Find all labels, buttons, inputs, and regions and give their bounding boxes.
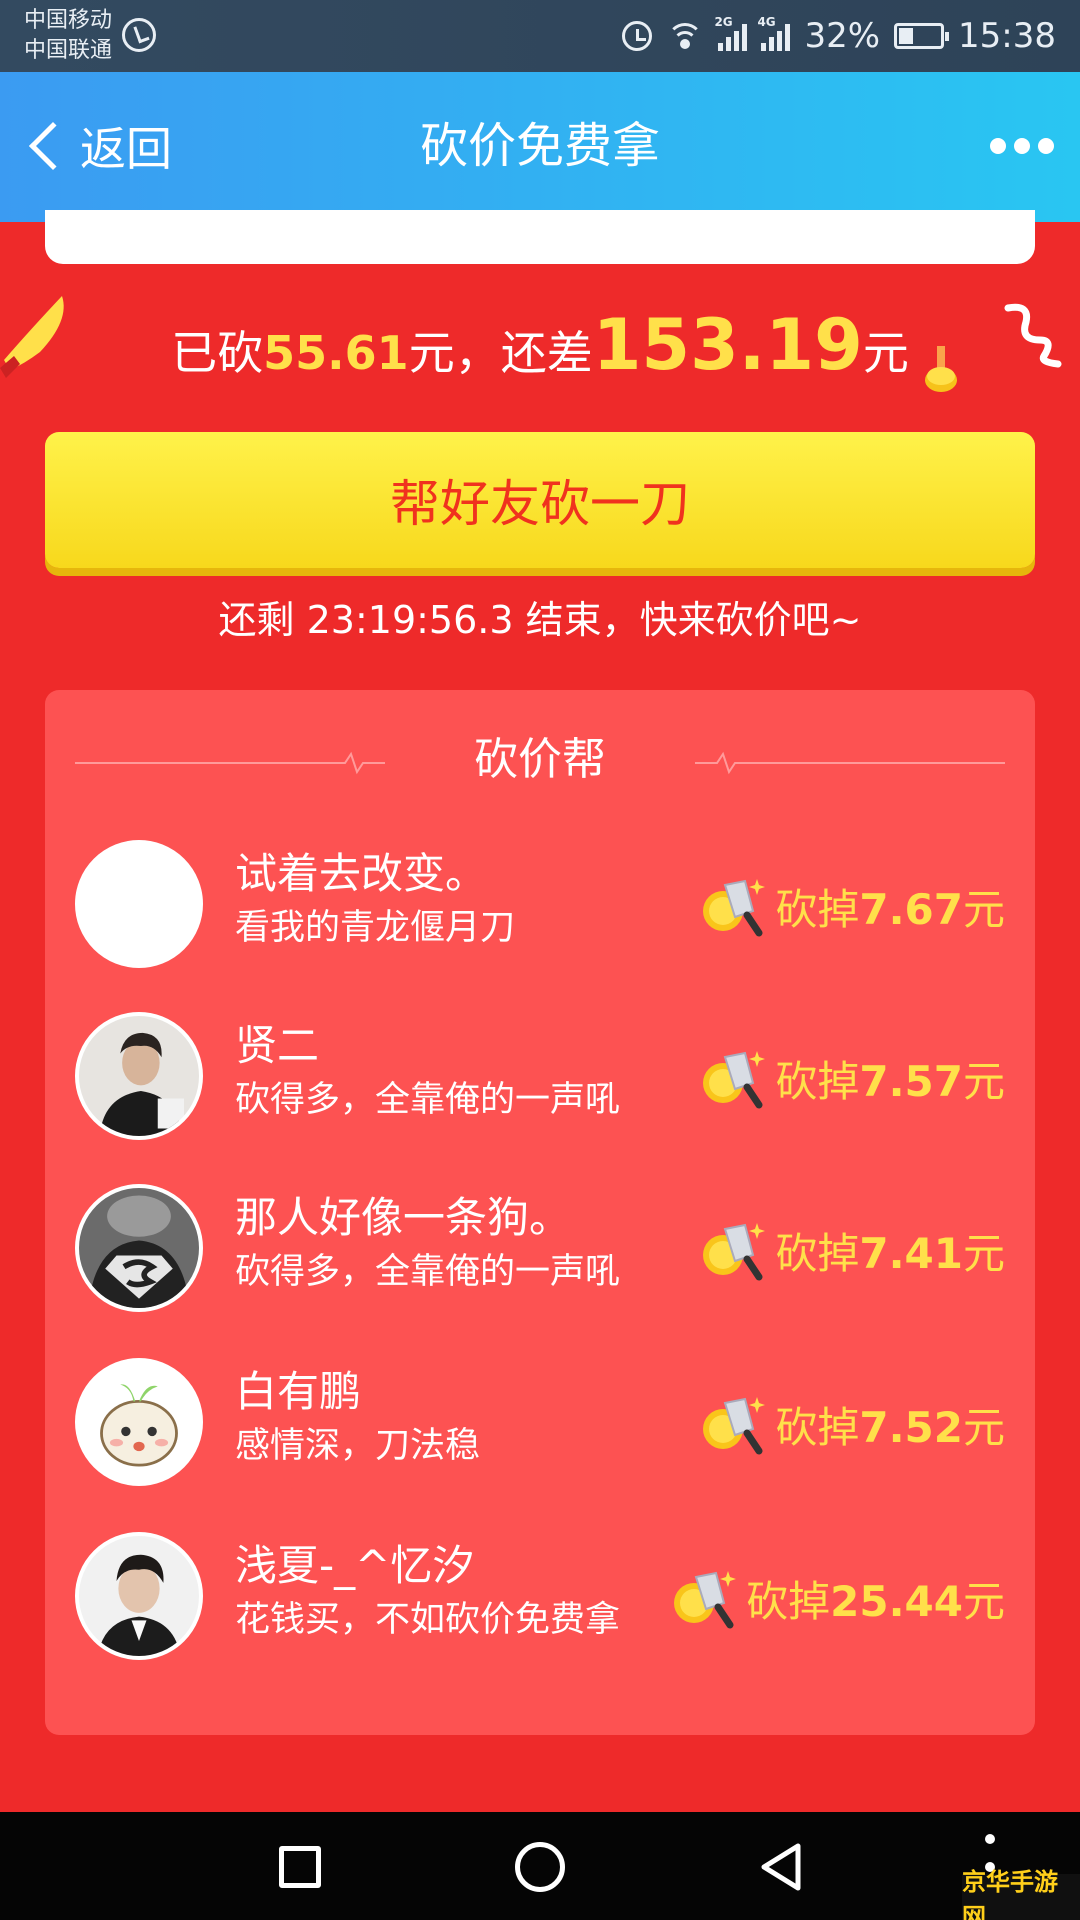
- avatar: [75, 840, 203, 968]
- more-dots-icon[interactable]: [990, 138, 1054, 154]
- cut-amount-label: 砍掉7.67元: [775, 884, 1005, 934]
- progress-suffix: 元: [862, 326, 909, 380]
- coin-cleaver-icon: [703, 1223, 766, 1281]
- countdown-text: 还剩 23:19:56.3 结束，快来砍价吧~: [218, 598, 862, 642]
- coin-cleaver-icon: [703, 879, 766, 937]
- help-bargain-button[interactable]: 帮好友砍一刀: [45, 432, 1035, 568]
- avatar: [75, 1184, 203, 1312]
- helper-message: 感情深，刀法稳: [235, 1426, 481, 1466]
- coin-cleaver-icon: [703, 1051, 766, 1109]
- progress-middle: 元，还差: [408, 326, 593, 380]
- helper-message: 花钱买，不如砍价免费拿: [235, 1600, 621, 1640]
- status-icons: 2G 4G 32% 15:38: [622, 12, 1056, 60]
- helper-message: 看我的青龙偃月刀: [235, 908, 516, 948]
- cut-amount-badge: 砍掉7.57元: [701, 1046, 1005, 1110]
- cut-amount-badge: 砍掉7.41元: [701, 1218, 1005, 1282]
- helper-name: 试着去改变。: [235, 849, 488, 898]
- cut-amount-label: 砍掉7.52元: [775, 1402, 1005, 1452]
- helper-message: 砍得多，全靠俺的一声吼: [235, 1252, 621, 1292]
- cut-amount: 55.61: [263, 326, 409, 380]
- progress-prefix: 已砍: [171, 326, 264, 380]
- nav-bar: 返回 砍价免费拿: [0, 72, 1080, 222]
- cut-amount-badge: 砍掉25.44元: [672, 1566, 1005, 1630]
- battery-percent: 32%: [804, 16, 881, 56]
- helper-row: 那人好像一条狗。 砍得多，全靠俺的一声吼 砍掉7.41元: [75, 1184, 1005, 1324]
- helper-name: 浅夏-_^忆汐: [235, 1541, 475, 1590]
- remaining-amount: 153.19: [592, 304, 863, 386]
- home-icon[interactable]: [515, 1842, 565, 1892]
- heartbeat-line-icon: [695, 751, 1005, 775]
- recent-apps-icon[interactable]: [279, 1846, 321, 1888]
- bargain-progress: 已砍55.61元，还差153.19元: [0, 305, 1080, 393]
- avatar: [75, 1532, 203, 1660]
- alarm-icon: [622, 21, 653, 51]
- back-triangle-icon[interactable]: [756, 1842, 806, 1892]
- helpers-panel: 砍价帮 试着去改变。 看我的青龙偃月刀 砍掉7.67元 贤二 砍得多，全靠俺的一…: [45, 690, 1035, 1735]
- panel-header: 砍价帮: [45, 730, 1035, 790]
- cut-amount-badge: 砍掉7.67元: [701, 874, 1005, 938]
- coin-cleaver-icon: [674, 1571, 737, 1629]
- wifi-icon: [666, 21, 704, 51]
- avatar: [75, 1358, 203, 1486]
- avatar: [75, 1012, 203, 1140]
- carrier-2: 中国联通: [24, 38, 113, 63]
- status-bar: 中国移动 中国联通 2G 4G 32% 15:38: [0, 0, 1080, 72]
- battery-icon: [894, 23, 950, 49]
- network-type-2: 4G: [757, 15, 776, 29]
- helper-row: 浅夏-_^忆汐 花钱买，不如砍价免费拿 砍掉25.44元: [75, 1532, 1005, 1672]
- helper-name: 贤二: [235, 1021, 320, 1070]
- clock: 15:38: [958, 16, 1056, 56]
- product-card: [45, 210, 1035, 264]
- network-type-1: 2G: [714, 15, 733, 29]
- helper-name: 那人好像一条狗。: [235, 1193, 572, 1242]
- system-nav-bar: [0, 1812, 1080, 1920]
- coin-cleaver-icon: [703, 1397, 766, 1455]
- helper-message: 砍得多，全靠俺的一声吼: [235, 1080, 621, 1120]
- helper-row: 试着去改变。 看我的青龙偃月刀 砍掉7.67元: [75, 840, 1005, 980]
- helper-name: 白有鹏: [235, 1367, 362, 1416]
- cut-amount-label: 砍掉7.41元: [775, 1228, 1005, 1278]
- cut-amount-label: 砍掉25.44元: [746, 1576, 1005, 1626]
- carrier-1: 中国移动: [24, 8, 113, 33]
- helper-row: 白有鹏 感情深，刀法稳 砍掉7.52元: [75, 1358, 1005, 1498]
- cut-amount-label: 砍掉7.57元: [775, 1056, 1005, 1106]
- signal-icon-1: 2G: [714, 15, 748, 51]
- carrier-info: 中国移动 中国联通: [24, 6, 112, 66]
- page-title: 砍价免费拿: [419, 118, 660, 174]
- signal-icon-2: 4G: [757, 15, 791, 51]
- watermark: 京华手游网: [962, 1868, 1080, 1920]
- cut-amount-badge: 砍掉7.52元: [701, 1392, 1005, 1456]
- sync-icon: [122, 18, 156, 52]
- helper-row: 贤二 砍得多，全靠俺的一声吼 砍掉7.57元: [75, 1012, 1005, 1152]
